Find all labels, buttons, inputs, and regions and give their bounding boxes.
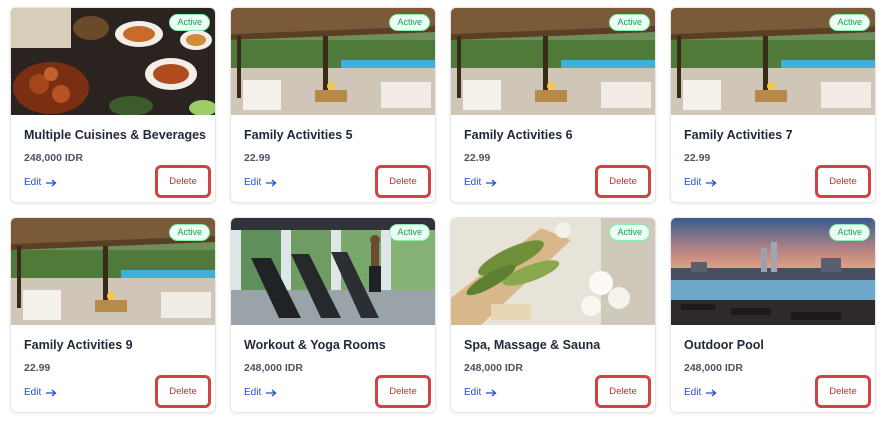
arrow-right-icon (706, 389, 717, 397)
delete-button[interactable]: Delete (595, 165, 651, 198)
card-image-spa: Active (451, 218, 655, 325)
service-card: Active Workout & Yoga Rooms 248,000 IDR … (230, 217, 436, 413)
card-title: Workout & Yoga Rooms (244, 338, 386, 352)
delete-button[interactable]: Delete (155, 165, 211, 198)
card-title: Family Activities 6 (464, 128, 573, 142)
edit-link[interactable]: Edit (244, 387, 277, 398)
edit-link[interactable]: Edit (464, 177, 497, 188)
card-image-pavilion: Active (11, 218, 215, 325)
status-badge: Active (829, 224, 870, 241)
edit-link[interactable]: Edit (684, 177, 717, 188)
card-title: Family Activities 7 (684, 128, 793, 142)
card-grid: Active Multiple Cuisines & Beverages 248… (0, 0, 888, 423)
status-badge: Active (389, 14, 430, 31)
card-image-pool: Active (671, 218, 875, 325)
arrow-right-icon (46, 389, 57, 397)
arrow-right-icon (486, 389, 497, 397)
card-image-gym: Active (231, 218, 435, 325)
status-badge: Active (829, 14, 870, 31)
delete-button[interactable]: Delete (815, 375, 871, 408)
edit-link[interactable]: Edit (24, 387, 57, 398)
edit-label: Edit (684, 387, 702, 398)
service-card: Active Family Activities 9 22.99 Edit De… (10, 217, 216, 413)
delete-button[interactable]: Delete (595, 375, 651, 408)
card-price: 22.99 (684, 152, 711, 164)
card-image-food: Active (11, 8, 215, 115)
card-price: 22.99 (464, 152, 491, 164)
service-card: Active Family Activities 7 22.99 Edit De… (670, 7, 876, 203)
status-badge: Active (609, 224, 650, 241)
arrow-right-icon (46, 179, 57, 187)
service-card: Active Family Activities 6 22.99 Edit De… (450, 7, 656, 203)
edit-link[interactable]: Edit (464, 387, 497, 398)
card-title: Family Activities 5 (244, 128, 353, 142)
service-card: Active Multiple Cuisines & Beverages 248… (10, 7, 216, 203)
card-title: Spa, Massage & Sauna (464, 338, 601, 352)
card-title: Outdoor Pool (684, 338, 764, 352)
arrow-right-icon (706, 179, 717, 187)
status-badge: Active (169, 14, 210, 31)
card-price: 248,000 IDR (244, 362, 303, 374)
delete-button[interactable]: Delete (375, 165, 431, 198)
edit-label: Edit (24, 177, 42, 188)
edit-link[interactable]: Edit (684, 387, 717, 398)
delete-button[interactable]: Delete (815, 165, 871, 198)
edit-link[interactable]: Edit (244, 177, 277, 188)
card-price: 248,000 IDR (464, 362, 523, 374)
service-card: Active Family Activities 5 22.99 Edit De… (230, 7, 436, 203)
delete-button[interactable]: Delete (155, 375, 211, 408)
card-title: Multiple Cuisines & Beverages (24, 128, 207, 142)
edit-label: Edit (464, 177, 482, 188)
card-image-pavilion: Active (671, 8, 875, 115)
card-price: 248,000 IDR (684, 362, 743, 374)
delete-button[interactable]: Delete (375, 375, 431, 408)
card-image-pavilion: Active (451, 8, 655, 115)
card-price: 22.99 (244, 152, 271, 164)
edit-label: Edit (24, 387, 42, 398)
status-badge: Active (609, 14, 650, 31)
edit-label: Edit (244, 387, 262, 398)
edit-link[interactable]: Edit (24, 177, 57, 188)
card-title: Family Activities 9 (24, 338, 133, 352)
card-image-pavilion: Active (231, 8, 435, 115)
arrow-right-icon (266, 179, 277, 187)
service-card: Active Outdoor Pool 248,000 IDR Edit Del… (670, 217, 876, 413)
status-badge: Active (389, 224, 430, 241)
card-price: 22.99 (24, 362, 51, 374)
service-card: Active Spa, Massage & Sauna 248,000 IDR … (450, 217, 656, 413)
card-price: 248,000 IDR (24, 152, 83, 164)
arrow-right-icon (486, 179, 497, 187)
status-badge: Active (169, 224, 210, 241)
edit-label: Edit (244, 177, 262, 188)
edit-label: Edit (684, 177, 702, 188)
arrow-right-icon (266, 389, 277, 397)
edit-label: Edit (464, 387, 482, 398)
